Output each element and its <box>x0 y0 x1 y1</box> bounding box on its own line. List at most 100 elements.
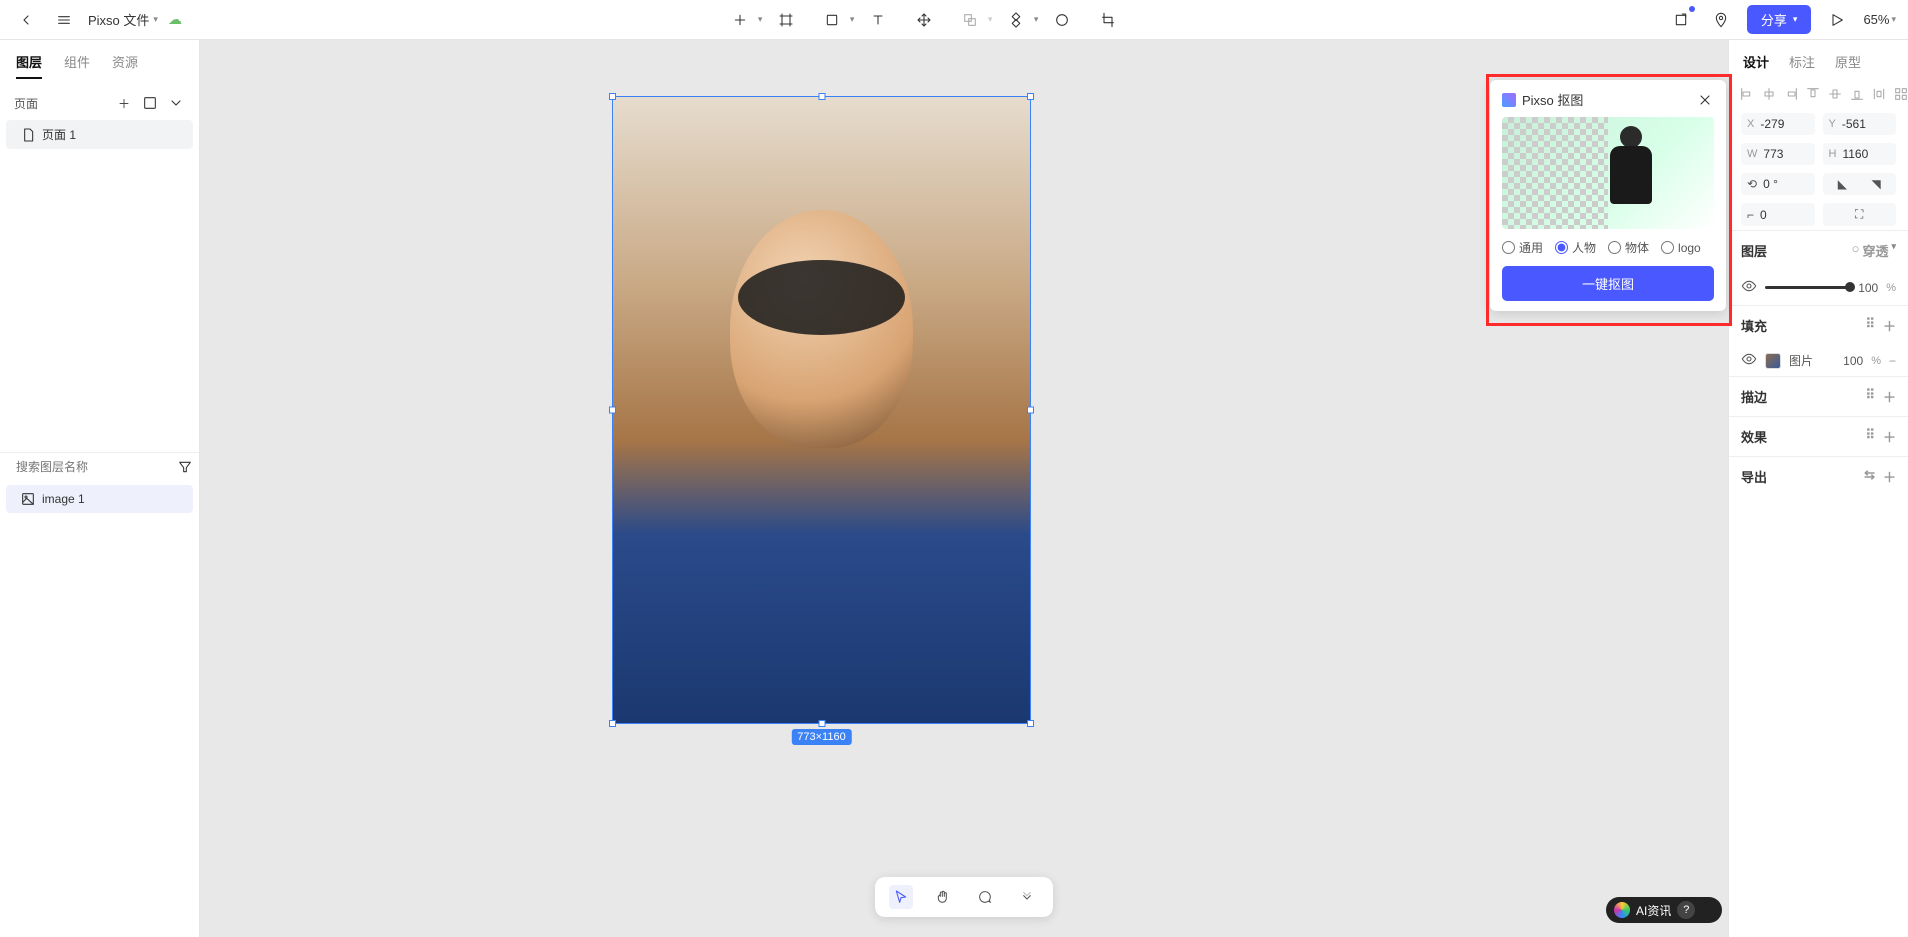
selected-image[interactable]: 773×1160 <box>612 96 1031 724</box>
frame-tool[interactable] <box>772 6 800 34</box>
align-bottom-icon[interactable] <box>1849 85 1865 103</box>
tab-components[interactable]: 组件 <box>64 52 90 75</box>
export-settings-icon[interactable]: ⇆ <box>1864 467 1875 486</box>
resize-handle[interactable] <box>609 720 616 727</box>
radio-general[interactable]: 通用 <box>1502 239 1543 256</box>
filter-icon[interactable] <box>177 459 193 475</box>
flip-h-icon[interactable]: ◣ <box>1838 177 1847 191</box>
component-tool[interactable]: ▾ <box>1002 6 1030 34</box>
tab-annotate[interactable]: 标注 <box>1789 52 1815 71</box>
align-center-h-icon[interactable] <box>1761 85 1777 103</box>
h-label: H <box>1829 148 1837 160</box>
align-center-v-icon[interactable] <box>1827 85 1843 103</box>
back-button[interactable] <box>12 6 40 34</box>
fill-row: 图片 100 % − <box>1729 345 1908 376</box>
corner-input[interactable] <box>1760 208 1800 222</box>
add-page-button[interactable]: ＋ <box>115 94 133 112</box>
tab-design[interactable]: 设计 <box>1743 52 1769 71</box>
add-export-button[interactable]: ＋ <box>1883 467 1896 486</box>
resize-handle[interactable] <box>1027 407 1034 414</box>
resize-handle[interactable] <box>1027 93 1034 100</box>
ellipse-tool[interactable] <box>1048 6 1076 34</box>
canvas[interactable]: 773×1160 Pixso 抠图 通用 人物 物体 <box>200 40 1728 937</box>
pages-actions: ＋ <box>115 94 185 112</box>
align-right-icon[interactable] <box>1783 85 1799 103</box>
effect-section: 效果 ⠿＋ <box>1729 416 1908 456</box>
pages-collapse-button[interactable] <box>167 94 185 112</box>
tab-prototype[interactable]: 原型 <box>1835 52 1861 71</box>
chevron-down-icon: ▾ <box>153 14 158 25</box>
align-top-icon[interactable] <box>1805 85 1821 103</box>
layer-item[interactable]: image 1 <box>6 485 193 513</box>
x-input[interactable] <box>1760 117 1800 131</box>
move-tool[interactable] <box>910 6 938 34</box>
radio-person[interactable]: 人物 <box>1555 239 1596 256</box>
add-stroke-button[interactable]: ＋ <box>1883 387 1896 406</box>
transparency-checker <box>1502 117 1608 229</box>
close-button[interactable] <box>1696 91 1714 109</box>
opacity-value: 100 <box>1858 281 1878 295</box>
search-input[interactable] <box>16 460 171 474</box>
zoom-dropdown[interactable]: 65% ▾ <box>1863 12 1896 27</box>
cutout-preview-subject <box>1597 126 1665 225</box>
add-tool[interactable]: ▾ <box>726 6 754 34</box>
rotation-input[interactable] <box>1763 177 1803 191</box>
more-tools[interactable] <box>1015 885 1039 909</box>
y-input[interactable] <box>1842 117 1882 131</box>
text-tool[interactable] <box>864 6 892 34</box>
fill-visibility-icon[interactable] <box>1741 351 1757 370</box>
flip-v-icon[interactable]: ◥ <box>1872 177 1881 191</box>
boolean-tool[interactable]: ▾ <box>956 6 984 34</box>
align-left-icon[interactable] <box>1739 85 1755 103</box>
corner-icon: ⌐ <box>1747 208 1754 222</box>
radio-logo[interactable]: logo <box>1661 241 1701 255</box>
crop-tool[interactable] <box>1094 6 1122 34</box>
location-button[interactable] <box>1707 6 1735 34</box>
pages-label: 页面 <box>14 95 38 112</box>
tab-layers[interactable]: 图层 <box>16 52 42 79</box>
dimension-badge: 773×1160 <box>791 729 851 745</box>
comment-tool[interactable] <box>973 885 997 909</box>
styles-icon[interactable]: ⠿ <box>1865 316 1875 335</box>
slider-thumb[interactable] <box>1845 282 1855 292</box>
resize-handle[interactable] <box>1027 720 1034 727</box>
fill-type[interactable]: 图片 <box>1789 352 1813 369</box>
page-item[interactable]: 页面 1 <box>6 120 193 149</box>
independent-corners-icon[interactable]: ⛶ <box>1855 207 1863 222</box>
visibility-icon[interactable] <box>1741 278 1757 297</box>
plugin-button[interactable] <box>1667 6 1695 34</box>
right-panel: 设计 标注 原型 X Y W H ⟲ ◣◥ ⌐ ⛶ 图层 <box>1728 40 1908 937</box>
hand-tool[interactable] <box>931 885 955 909</box>
resize-handle[interactable] <box>818 720 825 727</box>
opacity-slider[interactable] <box>1765 286 1850 289</box>
radio-object[interactable]: 物体 <box>1608 239 1649 256</box>
styles-icon[interactable]: ⠿ <box>1865 427 1875 446</box>
h-input[interactable] <box>1842 147 1882 161</box>
pointer-tool[interactable] <box>889 885 913 909</box>
distribute-icon[interactable] <box>1871 85 1887 103</box>
export-section: 导出 ⇆ ＋ <box>1729 456 1908 496</box>
add-fill-button[interactable]: ＋ <box>1883 316 1896 335</box>
export-section-title: 导出 <box>1741 467 1767 486</box>
resize-handle[interactable] <box>609 407 616 414</box>
file-name-dropdown[interactable]: Pixso 文件 ▾ <box>88 10 158 29</box>
remove-fill-button[interactable]: − <box>1889 354 1896 368</box>
fill-swatch[interactable] <box>1765 353 1781 369</box>
notification-dot-icon <box>1689 6 1695 12</box>
tab-assets[interactable]: 资源 <box>112 52 138 75</box>
share-button[interactable]: 分享 ▾ <box>1747 5 1812 34</box>
chevron-down-icon: ▾ <box>758 14 763 25</box>
present-button[interactable] <box>1823 6 1851 34</box>
w-input[interactable] <box>1763 147 1803 161</box>
blend-mode-dropdown[interactable]: ○穿透▾ <box>1852 241 1896 260</box>
pages-folder-icon[interactable] <box>141 94 159 112</box>
hamburger-menu[interactable] <box>50 6 78 34</box>
resize-handle[interactable] <box>609 93 616 100</box>
cutout-action-button[interactable]: 一键抠图 <box>1502 266 1714 301</box>
tidy-icon[interactable] <box>1893 85 1908 103</box>
styles-icon[interactable]: ⠿ <box>1865 387 1875 406</box>
fill-opacity[interactable]: 100 <box>1843 354 1863 368</box>
shape-tool[interactable]: ▾ <box>818 6 846 34</box>
resize-handle[interactable] <box>818 93 825 100</box>
add-effect-button[interactable]: ＋ <box>1883 427 1896 446</box>
